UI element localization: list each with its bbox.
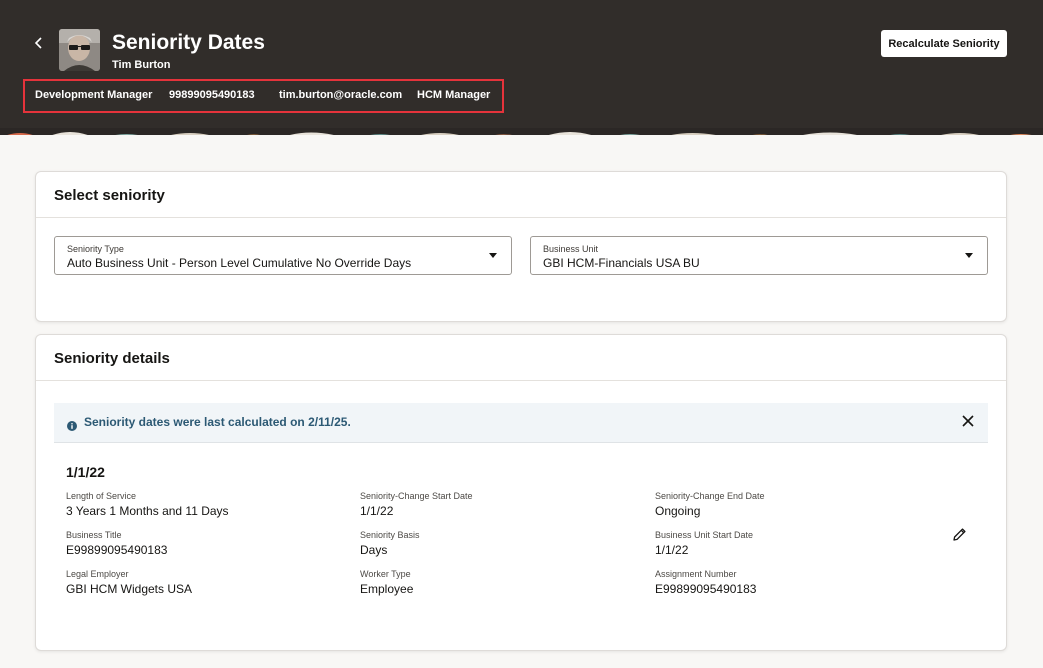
caret-down-icon <box>965 253 973 258</box>
field-label: Seniority-Change Start Date <box>360 491 473 501</box>
seniority-date-heading: 1/1/22 <box>66 464 105 480</box>
close-icon[interactable] <box>961 414 975 428</box>
chevron-left-icon[interactable] <box>30 34 48 52</box>
field-value: Days <box>360 543 388 557</box>
caret-down-icon <box>489 253 497 258</box>
field-label: Worker Type <box>360 569 411 579</box>
seniority-type-select[interactable]: Seniority Type Auto Business Unit - Pers… <box>54 236 512 275</box>
field-value: 3 Years 1 Months and 11 Days <box>66 504 229 518</box>
person-name: Tim Burton <box>112 59 171 71</box>
seniority-type-label: Seniority Type <box>67 244 124 254</box>
role-meta: HCM Manager <box>417 89 491 101</box>
select-seniority-title: Select seniority <box>54 187 165 204</box>
field-label: Business Unit Start Date <box>655 530 754 540</box>
field-value: E99899095490183 <box>66 543 168 557</box>
field-value: 1/1/22 <box>655 543 689 557</box>
seniority-details-title: Seniority details <box>54 350 170 367</box>
info-icon <box>67 418 77 431</box>
field-label: Seniority Basis <box>360 530 420 540</box>
business-unit-label: Business Unit <box>543 244 599 254</box>
field-label: Business Title <box>66 530 122 540</box>
page-title: Seniority Dates <box>112 31 265 54</box>
person-number-meta: 99899095490183 <box>169 89 255 101</box>
field-label: Legal Employer <box>66 569 129 579</box>
page-header: Seniority Dates Tim Burton Recalculate S… <box>0 0 1043 135</box>
select-seniority-card: Select seniority Seniority Type Auto Bus… <box>35 171 1007 322</box>
field-value: GBI HCM Widgets USA <box>66 582 193 596</box>
business-unit-value: GBI HCM-Financials USA BU <box>543 256 700 270</box>
info-message-bar: Seniority dates were last calculated on … <box>54 403 988 443</box>
field-label: Length of Service <box>66 491 137 501</box>
divider <box>36 217 1006 218</box>
field-value: 1/1/22 <box>360 504 394 518</box>
field-value: E99899095490183 <box>655 582 757 596</box>
email-meta: tim.burton@oracle.com <box>279 89 403 101</box>
seniority-type-value: Auto Business Unit - Person Level Cumula… <box>67 256 412 270</box>
divider <box>36 380 1006 381</box>
field-value: Employee <box>360 582 414 596</box>
recalculate-seniority-button[interactable]: Recalculate Seniority <box>881 30 1007 57</box>
field-label: Seniority-Change End Date <box>655 491 765 501</box>
info-message: Seniority dates were last calculated on … <box>84 415 351 429</box>
decorative-banner <box>0 125 1043 135</box>
avatar <box>59 29 100 71</box>
business-unit-select[interactable]: Business Unit GBI HCM-Financials USA BU <box>530 236 988 275</box>
seniority-details-card: Seniority details Seniority dates were l… <box>35 334 1007 651</box>
pencil-icon[interactable] <box>951 526 968 543</box>
field-label: Assignment Number <box>655 569 737 579</box>
business-title-meta: Development Manager <box>35 89 153 101</box>
field-value: Ongoing <box>655 504 701 518</box>
